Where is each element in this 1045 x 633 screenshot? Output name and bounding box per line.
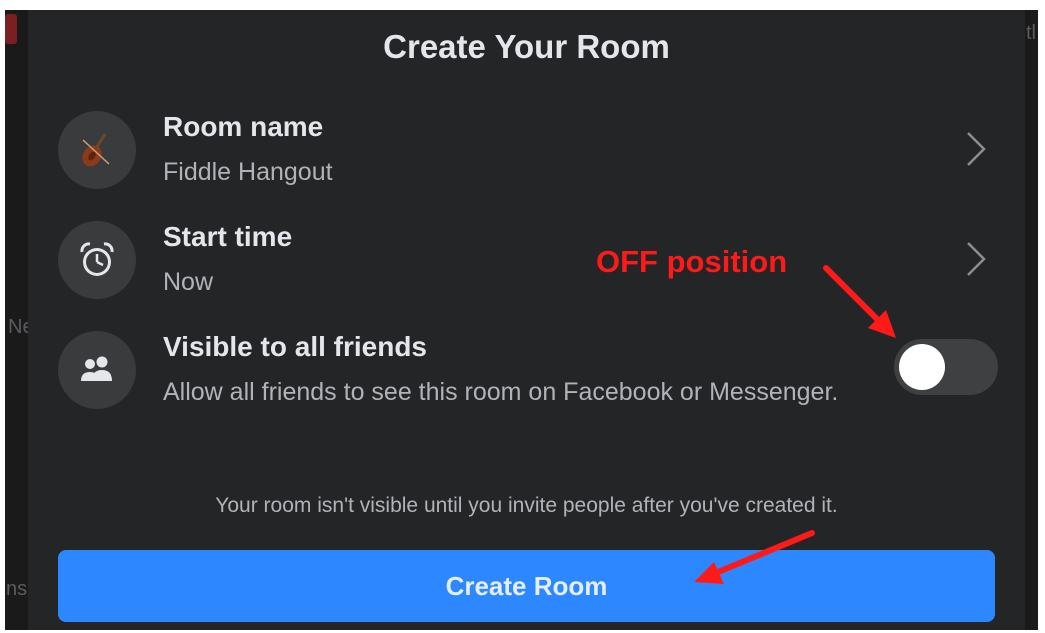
annotation-arrows <box>694 265 896 584</box>
annotation-arrow <box>715 530 815 575</box>
annotation-arrow <box>823 265 881 323</box>
screenshot-frame: Ne ns tl Create Your Room Room name Fidd… <box>0 0 1045 633</box>
